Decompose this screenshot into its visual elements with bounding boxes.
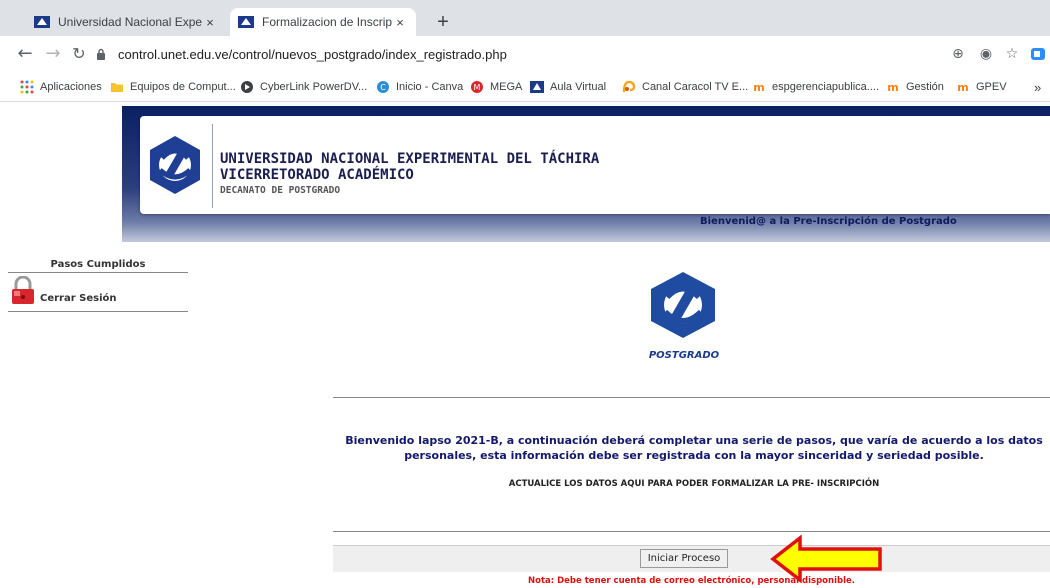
- update-instructions: ACTUALICE LOS DATOS AQUI PARA PODER FORM…: [508, 479, 880, 489]
- canva-icon: C: [377, 81, 389, 93]
- footer-note: Nota: Debe tener cuenta de correo electr…: [528, 576, 855, 586]
- more-bookmarks-icon[interactable]: »: [1034, 78, 1041, 96]
- bookmark-label: CyberLink PowerDV...: [260, 81, 368, 93]
- content-divider: [333, 531, 1050, 532]
- unet-favicon-icon: [238, 16, 254, 28]
- bookmark-aplicaciones[interactable]: Aplicaciones: [20, 78, 102, 96]
- postgrado-logo-icon: [651, 272, 715, 338]
- folder-icon: [111, 83, 123, 92]
- url-text: control.unet.edu.ve/control/nuevos_postg…: [118, 46, 507, 62]
- moodle-icon: m: [887, 81, 898, 94]
- intro-text: Bienvenido lapso 2021-B, a continuación …: [345, 434, 1043, 462]
- unet-icon: [530, 81, 544, 93]
- logout-label: Cerrar Sesión: [40, 293, 117, 304]
- zoom-icon[interactable]: ⊕: [950, 46, 966, 62]
- bookmark-label: GPEV: [976, 81, 1007, 93]
- tab-strip: Universidad Nacional Experiment × Formal…: [0, 0, 1050, 36]
- bookmark-label: Equipos de Comput...: [130, 81, 236, 93]
- sidebar-divider: [8, 272, 188, 273]
- svg-text:m: m: [753, 81, 764, 94]
- address-bar[interactable]: control.unet.edu.ve/control/nuevos_postg…: [96, 40, 1016, 68]
- bookmark-mega[interactable]: M MEGA: [470, 78, 522, 96]
- extension-icon[interactable]: [1030, 48, 1046, 64]
- logout-link[interactable]: Cerrar Sesión: [8, 276, 117, 306]
- star-icon[interactable]: ☆: [1004, 46, 1020, 62]
- tab-formalizacion[interactable]: Formalizacion de Inscripción ×: [230, 8, 416, 36]
- logo-caption: POSTGRADO: [648, 350, 720, 361]
- bookmark-gestion[interactable]: m Gestión: [886, 78, 944, 96]
- lock-icon: [96, 48, 110, 60]
- tab-close-icon[interactable]: ×: [392, 15, 408, 30]
- bookmark-canva[interactable]: C Inicio - Canva: [376, 78, 463, 96]
- unet-favicon-icon: [34, 16, 50, 28]
- moodle-icon: m: [753, 81, 764, 94]
- bookmark-label: Aula Virtual: [550, 81, 607, 93]
- lock-icon: [12, 276, 34, 304]
- sidebar-title: Pasos Cumplidos: [50, 259, 146, 270]
- decanato-name: DECANATO DE POSTGRADO: [220, 185, 341, 196]
- back-arrow-icon[interactable]: ←: [14, 43, 36, 65]
- bookmark-aula-virtual[interactable]: Aula Virtual: [530, 78, 606, 96]
- bookmark-equipos[interactable]: Equipos de Comput...: [110, 78, 236, 96]
- unet-logo-icon: [150, 136, 200, 194]
- tab-close-icon[interactable]: ×: [202, 15, 218, 30]
- bookmarks-bar: Aplicaciones Equipos de Comput... CyberL…: [0, 72, 1050, 102]
- bookmark-cyberlink[interactable]: CyberLink PowerDV...: [240, 78, 367, 96]
- header-divider: [212, 124, 213, 208]
- bookmark-gpev[interactable]: m GPEV: [956, 78, 1007, 96]
- svg-text:m: m: [957, 81, 968, 94]
- bookmark-label: Aplicaciones: [40, 81, 102, 93]
- eye-icon[interactable]: ◉: [978, 46, 994, 62]
- bookmark-label: MEGA: [490, 81, 523, 93]
- browser-toolbar: ← → ↻ control.unet.edu.ve/control/nuevos…: [0, 36, 1050, 72]
- forward-arrow-icon[interactable]: →: [42, 43, 64, 65]
- tab-title: Universidad Nacional Experiment: [58, 15, 202, 29]
- svg-text:m: m: [887, 81, 898, 94]
- bookmark-label: Gestión: [906, 81, 944, 93]
- bookmark-label: espgerenciapublica....: [772, 81, 880, 93]
- cyberlink-icon: [241, 81, 253, 93]
- tab-universidad[interactable]: Universidad Nacional Experiment ×: [26, 8, 226, 36]
- vicerrectorado-name: VICERRETORADO ACADÉMICO: [220, 167, 414, 183]
- svg-text:M: M: [474, 83, 481, 92]
- welcome-message: Bienvenid@ a la Pre-Inscripción de Postg…: [700, 216, 957, 227]
- start-process-button[interactable]: Iniciar Proceso: [640, 549, 728, 568]
- content-divider: [333, 397, 1050, 398]
- apps-grid-icon: [20, 80, 34, 94]
- bookmark-caracol[interactable]: Canal Caracol TV E...: [622, 78, 748, 96]
- university-name: UNIVERSIDAD NACIONAL EXPERIMENTAL DEL TÁ…: [220, 151, 600, 167]
- reload-icon[interactable]: ↻: [68, 43, 90, 65]
- bookmark-espgerencia[interactable]: m espgerenciapublica....: [752, 78, 879, 96]
- caracol-icon: [622, 80, 636, 93]
- bookmark-label: Canal Caracol TV E...: [642, 81, 749, 93]
- bookmark-label: Inicio - Canva: [396, 81, 464, 93]
- moodle-icon: m: [957, 81, 968, 94]
- sidebar-divider: [8, 311, 188, 312]
- new-tab-button[interactable]: +: [432, 12, 454, 34]
- mega-icon: M: [471, 81, 483, 93]
- tab-title: Formalizacion de Inscripción: [262, 15, 392, 29]
- svg-text:C: C: [380, 83, 386, 92]
